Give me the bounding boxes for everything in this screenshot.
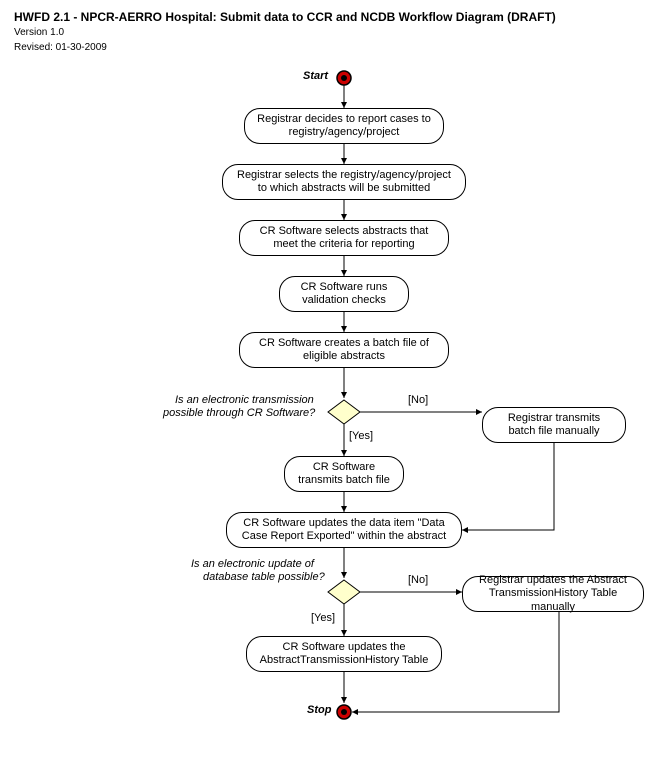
question-1-line-1: Is an electronic transmission — [174, 394, 315, 406]
question-1-line-2: possible through CR Software? — [162, 407, 316, 419]
page-title: HWFD 2.1 - NPCR-AERRO Hospital: Submit d… — [14, 10, 645, 24]
node-select-registry: Registrar selects the registry/agency/pr… — [222, 164, 466, 200]
version-line: Version 1.0 — [14, 26, 645, 39]
node-manual-transmit: Registrar transmits batch file manually — [482, 407, 626, 443]
workflow-diagram: Start Stop Registrar decides to report c… — [14, 58, 644, 758]
node-transmit: CR Software transmits batch file — [284, 456, 404, 492]
question-2-line-2: database table possible? — [202, 571, 326, 583]
start-label: Start — [302, 70, 329, 82]
decision-2-no: [No] — [407, 574, 429, 586]
revised-line: Revised: 01-30-2009 — [14, 41, 645, 54]
node-update-item: CR Software updates the data item "Data … — [226, 512, 462, 548]
node-update-table: CR Software updates the AbstractTransmis… — [246, 636, 442, 672]
decision-2-yes: [Yes] — [310, 612, 336, 624]
node-manual-update: Registrar updates the Abstract Transmiss… — [462, 576, 644, 612]
node-decide-report: Registrar decides to report cases to reg… — [244, 108, 444, 144]
stop-label: Stop — [306, 704, 332, 716]
decision-1-yes: [Yes] — [348, 430, 374, 442]
node-batch-file: CR Software creates a batch file of elig… — [239, 332, 449, 368]
decision-1-no: [No] — [407, 394, 429, 406]
question-2-line-1: Is an electronic update of — [190, 558, 315, 570]
node-validation: CR Software runs validation checks — [279, 276, 409, 312]
node-select-abstracts: CR Software selects abstracts that meet … — [239, 220, 449, 256]
